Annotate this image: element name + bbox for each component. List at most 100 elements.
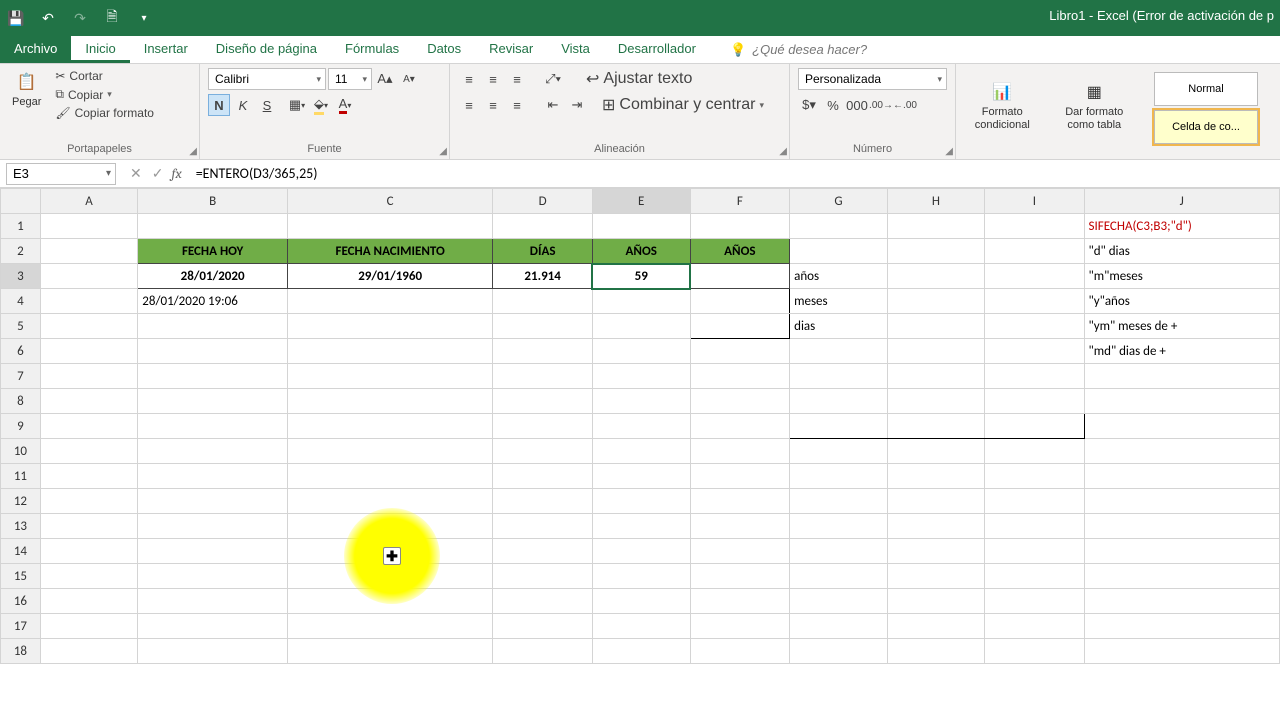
row-header-18[interactable]: 18: [1, 639, 41, 664]
tab-inicio[interactable]: Inicio: [71, 36, 129, 63]
align-center-icon[interactable]: ≡: [482, 94, 504, 116]
cell-B10[interactable]: [138, 439, 288, 464]
cell-I14[interactable]: [985, 539, 1084, 564]
cell-A4[interactable]: [40, 289, 137, 314]
cell-F9[interactable]: [690, 414, 790, 439]
conditional-format-button[interactable]: 📊 Formato condicional: [964, 78, 1041, 132]
cell-I11[interactable]: [985, 464, 1084, 489]
cell-I6[interactable]: [985, 339, 1084, 364]
save-icon[interactable]: 💾: [6, 8, 26, 28]
cell-D11[interactable]: [493, 464, 593, 489]
cell-E14[interactable]: [592, 539, 690, 564]
cell-C17[interactable]: [287, 614, 492, 639]
cell-H4[interactable]: [887, 289, 984, 314]
cell-D7[interactable]: [493, 364, 593, 389]
cell-C6[interactable]: [287, 339, 492, 364]
font-color-button[interactable]: A▾: [334, 94, 356, 116]
cancel-formula-icon[interactable]: ✕: [130, 165, 142, 182]
cell-A2[interactable]: [40, 239, 137, 264]
cell-C11[interactable]: [287, 464, 492, 489]
cell-A9[interactable]: [40, 414, 137, 439]
cell-H13[interactable]: [887, 514, 984, 539]
cell-C1[interactable]: [287, 214, 492, 239]
cell-H6[interactable]: [887, 339, 984, 364]
cell-I15[interactable]: [985, 564, 1084, 589]
cell-B14[interactable]: [138, 539, 288, 564]
col-header-A[interactable]: A: [40, 189, 137, 214]
percent-format-icon[interactable]: %: [822, 94, 844, 116]
cell-F14[interactable]: [690, 539, 790, 564]
cell-B8[interactable]: [138, 389, 288, 414]
cell-D16[interactable]: [493, 589, 593, 614]
cell-B11[interactable]: [138, 464, 288, 489]
cell-J13[interactable]: [1084, 514, 1279, 539]
cell-F7[interactable]: [690, 364, 790, 389]
cell-C18[interactable]: [287, 639, 492, 664]
col-header-H[interactable]: H: [887, 189, 984, 214]
cell-G8[interactable]: [790, 389, 888, 414]
cell-I3[interactable]: [985, 264, 1084, 289]
row-header-1[interactable]: 1: [1, 214, 41, 239]
increase-indent-icon[interactable]: ⇥: [566, 94, 588, 116]
cell-A15[interactable]: [40, 564, 137, 589]
tab-revisar[interactable]: Revisar: [475, 36, 547, 63]
cell-A14[interactable]: [40, 539, 137, 564]
row-header-14[interactable]: 14: [1, 539, 41, 564]
cell-J4[interactable]: "y"años: [1084, 289, 1279, 314]
cell-H7[interactable]: [887, 364, 984, 389]
cell-G14[interactable]: [790, 539, 888, 564]
decrease-decimal-icon[interactable]: ←.00: [894, 94, 916, 116]
row-header-2[interactable]: 2: [1, 239, 41, 264]
cell-E2[interactable]: AÑOS: [592, 239, 690, 264]
cell-G5[interactable]: dias: [790, 314, 888, 339]
cell-C14[interactable]: [287, 539, 492, 564]
cell-F3[interactable]: [690, 264, 790, 289]
row-header-13[interactable]: 13: [1, 514, 41, 539]
cell-E8[interactable]: [592, 389, 690, 414]
cell-A13[interactable]: [40, 514, 137, 539]
row-header-6[interactable]: 6: [1, 339, 41, 364]
cell-E5[interactable]: [592, 314, 690, 339]
col-header-I[interactable]: I: [985, 189, 1084, 214]
cell-A8[interactable]: [40, 389, 137, 414]
row-header-7[interactable]: 7: [1, 364, 41, 389]
font-size-combo[interactable]: 11: [328, 68, 372, 90]
cell-B1[interactable]: [138, 214, 288, 239]
cell-H18[interactable]: [887, 639, 984, 664]
copy-button[interactable]: ⧉Copiar ▾: [51, 86, 158, 103]
orientation-icon[interactable]: ⤢▾: [542, 68, 564, 90]
cell-G18[interactable]: [790, 639, 888, 664]
row-header-17[interactable]: 17: [1, 614, 41, 639]
select-all-corner[interactable]: [1, 189, 41, 214]
cell-F15[interactable]: [690, 564, 790, 589]
cell-C9[interactable]: [287, 414, 492, 439]
cell-C8[interactable]: [287, 389, 492, 414]
row-header-12[interactable]: 12: [1, 489, 41, 514]
align-bottom-icon[interactable]: ≡: [506, 68, 528, 90]
cell-J3[interactable]: "m"meses: [1084, 264, 1279, 289]
row-header-15[interactable]: 15: [1, 564, 41, 589]
cell-J7[interactable]: [1084, 364, 1279, 389]
cell-J6[interactable]: "md" dias de +: [1084, 339, 1279, 364]
cell-I8[interactable]: [985, 389, 1084, 414]
cell-G13[interactable]: [790, 514, 888, 539]
cell-E9[interactable]: [592, 414, 690, 439]
cell-B5[interactable]: [138, 314, 288, 339]
cell-B4[interactable]: 28/01/2020 19:06: [138, 289, 288, 314]
tab-file[interactable]: Archivo: [0, 36, 71, 63]
cell-J5[interactable]: "ym" meses de +: [1084, 314, 1279, 339]
cell-J14[interactable]: [1084, 539, 1279, 564]
cell-F12[interactable]: [690, 489, 790, 514]
cell-B15[interactable]: [138, 564, 288, 589]
align-right-icon[interactable]: ≡: [506, 94, 528, 116]
cell-J17[interactable]: [1084, 614, 1279, 639]
cell-A17[interactable]: [40, 614, 137, 639]
cell-E12[interactable]: [592, 489, 690, 514]
cell-J9[interactable]: [1084, 414, 1279, 439]
cell-E16[interactable]: [592, 589, 690, 614]
cell-I17[interactable]: [985, 614, 1084, 639]
format-table-button[interactable]: ▦ Dar formato como tabla: [1051, 78, 1138, 132]
cell-A1[interactable]: [40, 214, 137, 239]
cell-E7[interactable]: [592, 364, 690, 389]
cell-E17[interactable]: [592, 614, 690, 639]
